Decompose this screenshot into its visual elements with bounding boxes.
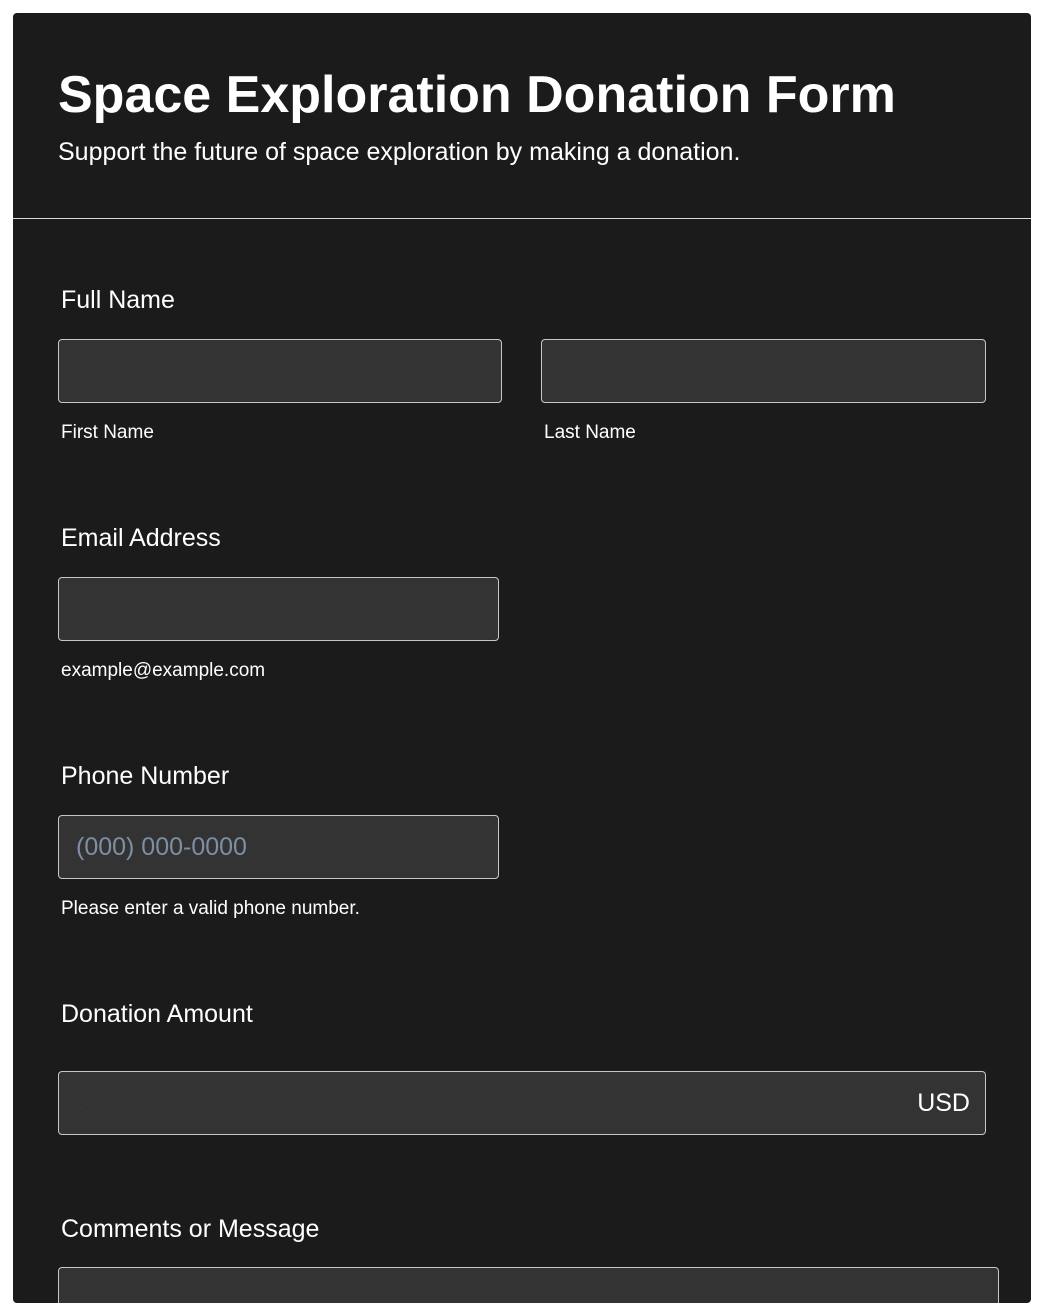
- donation-amount-field: ◌ USD: [58, 1071, 986, 1135]
- phone-label: Phone Number: [61, 762, 230, 790]
- comments-label: Comments or Message: [61, 1215, 320, 1243]
- last-name-input[interactable]: [541, 339, 986, 403]
- form-title: Space Exploration Donation Form: [58, 66, 896, 124]
- email-input[interactable]: [58, 577, 499, 641]
- first-name-sublabel: First Name: [61, 422, 154, 443]
- email-label: Email Address: [61, 524, 221, 552]
- last-name-sublabel: Last Name: [544, 422, 636, 443]
- donation-amount-label: Donation Amount: [61, 1000, 253, 1028]
- comments-textarea[interactable]: [58, 1267, 999, 1303]
- first-name-input[interactable]: [58, 339, 502, 403]
- phone-sublabel: Please enter a valid phone number.: [61, 898, 360, 919]
- donation-amount-input[interactable]: [58, 1071, 986, 1135]
- form-header: Space Exploration Donation Form Support …: [13, 13, 1031, 219]
- full-name-label: Full Name: [61, 286, 175, 314]
- currency-unit: USD: [917, 1089, 970, 1117]
- currency-icon: ◌: [75, 1093, 86, 1113]
- form-subtitle: Support the future of space exploration …: [58, 138, 741, 166]
- phone-input[interactable]: [58, 815, 499, 879]
- email-sublabel: example@example.com: [61, 660, 266, 681]
- donation-form-card: Space Exploration Donation Form Support …: [13, 13, 1031, 1303]
